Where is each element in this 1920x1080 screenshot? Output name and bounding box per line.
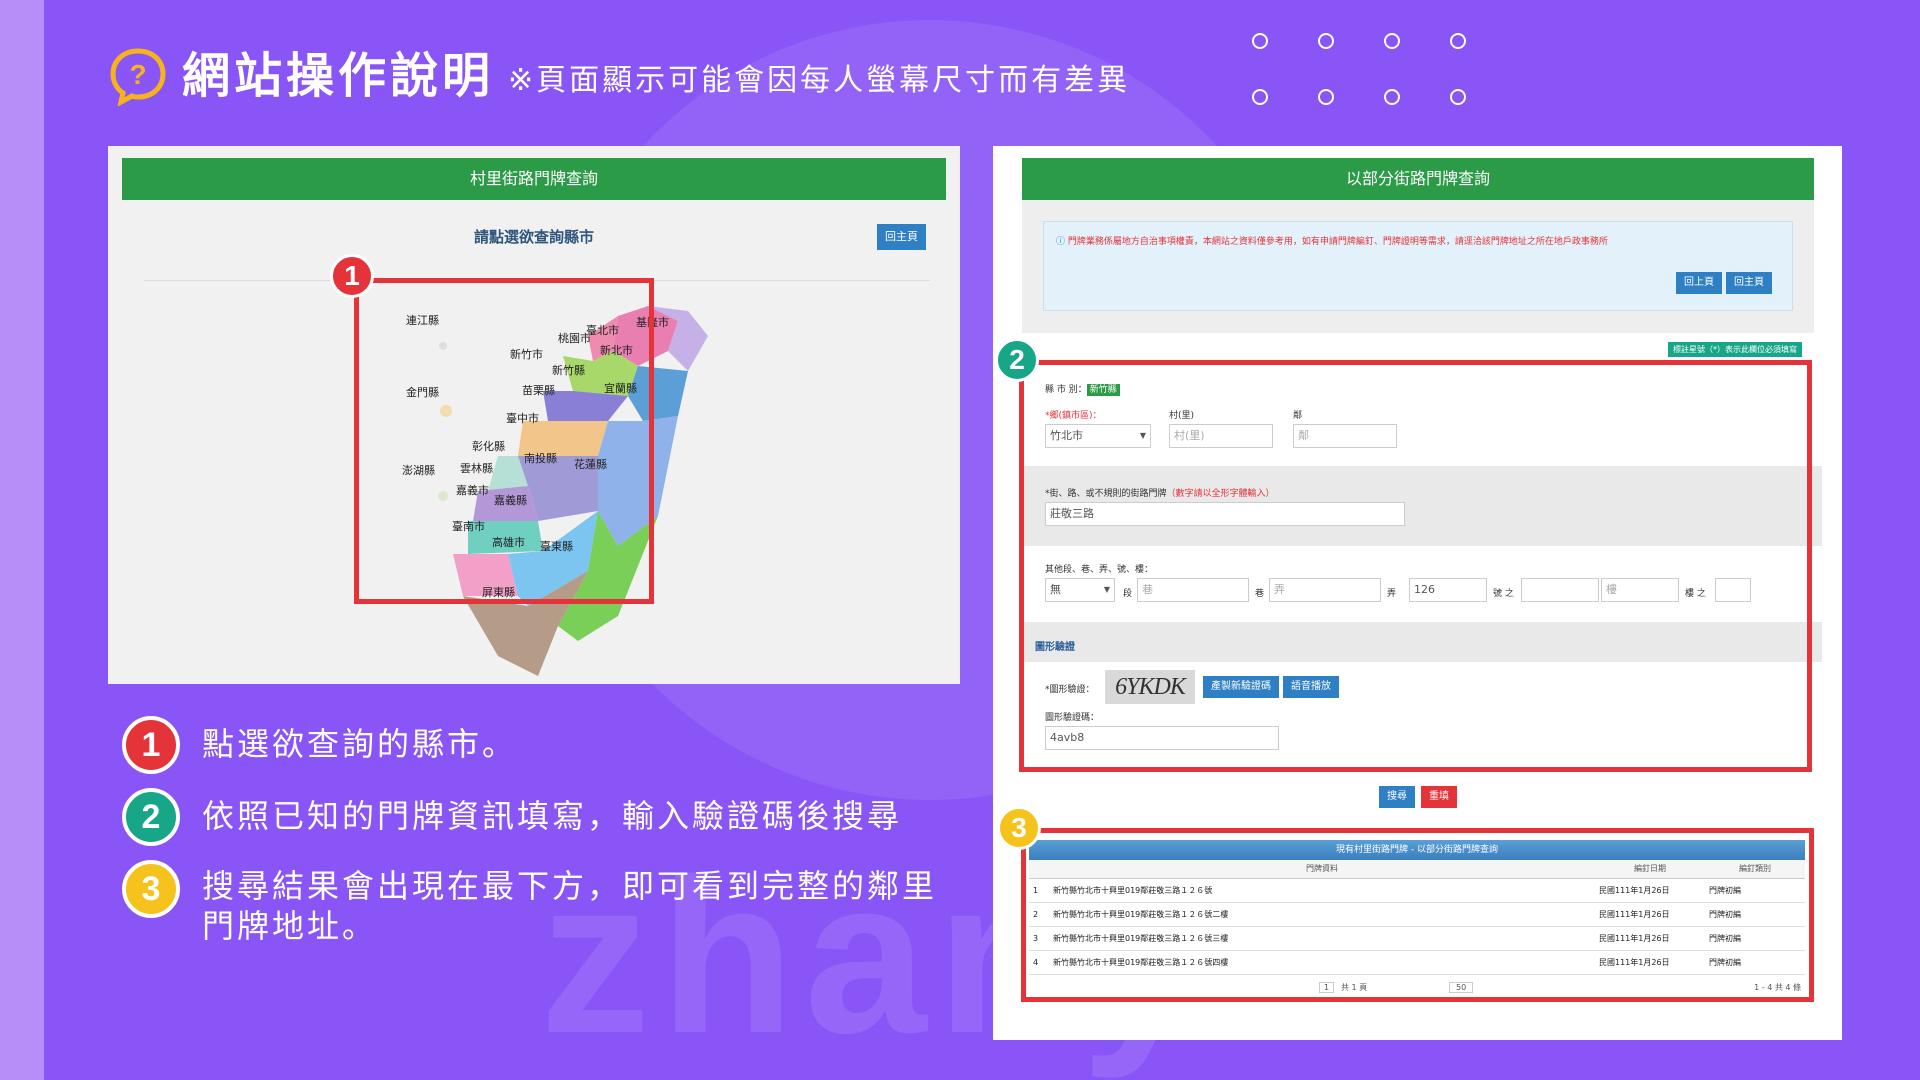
home-button[interactable]: 回主頁: [877, 224, 926, 250]
home-button[interactable]: 回主頁: [1726, 272, 1772, 294]
decorative-dots: [1252, 33, 1482, 105]
step-3-badge: 3: [122, 860, 180, 918]
notice-buttons: 回上頁 回主頁: [1676, 272, 1772, 294]
map-query-screenshot: 村里街路門牌查詢 請點選欲查詢縣市 回主頁 連江縣 金門縣 澎湖縣 基隆市 臺北…: [108, 146, 960, 684]
dot: [1384, 89, 1400, 105]
dot: [1318, 33, 1334, 49]
highlight-box-map: [354, 278, 654, 604]
required-note: 標註星號（*）表示此欄位必須填寫: [1668, 342, 1802, 357]
dot: [1450, 33, 1466, 49]
page-subtitle: ※頁面顯示可能會因每人螢幕尺寸而有差異: [508, 63, 1131, 98]
map-panel-title: 村里街路門牌查詢: [122, 158, 946, 200]
step-2-badge: 2: [122, 788, 180, 846]
notice-box: ⓘ 門牌業務係屬地方自治事項權責，本網站之資料僅參考用，如有申請門牌編釘、門牌證…: [1043, 221, 1793, 311]
help-bubble-icon: ?: [110, 48, 166, 106]
reset-button[interactable]: 重填: [1421, 786, 1457, 808]
notice-message: 門牌業務係屬地方自治事項權責，本網站之資料僅參考用，如有申請門牌編釘、門牌證明等…: [1067, 237, 1608, 247]
badge-3: 3: [997, 806, 1041, 850]
left-accent-strip: [0, 0, 44, 1080]
highlight-box-form: [1019, 360, 1812, 772]
search-button[interactable]: 搜尋: [1379, 786, 1415, 808]
step-3: 3 搜尋結果會出現在最下方，即可看到完整的鄰里門牌地址。: [122, 860, 962, 946]
prev-page-button[interactable]: 回上頁: [1676, 272, 1722, 294]
page-title: 網站操作說明: [182, 48, 495, 104]
dot: [1318, 89, 1334, 105]
badge-1: 1: [330, 254, 374, 298]
street-panel-title: 以部分街路門牌查詢: [1022, 158, 1814, 200]
step-1-badge: 1: [122, 716, 180, 774]
notice-text: ⓘ 門牌業務係屬地方自治事項權責，本網站之資料僅參考用，如有申請門牌編釘、門牌證…: [1056, 234, 1608, 247]
header: ? 網站操作說明 ※頁面顯示可能會因每人螢幕尺寸而有差異: [108, 46, 1130, 106]
dot: [1384, 33, 1400, 49]
dot: [1252, 89, 1268, 105]
step-3-text: 搜尋結果會出現在最下方，即可看到完整的鄰里門牌地址。: [202, 867, 938, 945]
step-2: 2 依照已知的門牌資訊填寫，輸入驗證碼後搜尋: [122, 788, 982, 846]
step-1-text: 點選欲查詢的縣市。: [202, 725, 518, 763]
step-1: 1 點選欲查詢的縣市。: [122, 716, 982, 774]
step-2-text: 依照已知的門牌資訊填寫，輸入驗證碼後搜尋: [202, 797, 903, 835]
map-prompt: 請點選欲查詢縣市: [473, 228, 594, 246]
badge-2: 2: [995, 338, 1039, 382]
street-query-screenshot: 以部分街路門牌查詢 ⓘ 門牌業務係屬地方自治事項權責，本網站之資料僅參考用，如有…: [993, 146, 1842, 1040]
svg-text:?: ?: [129, 59, 146, 90]
info-icon: ⓘ: [1056, 237, 1066, 247]
dot: [1450, 89, 1466, 105]
highlight-box-results: [1021, 828, 1814, 1002]
dot: [1252, 33, 1268, 49]
